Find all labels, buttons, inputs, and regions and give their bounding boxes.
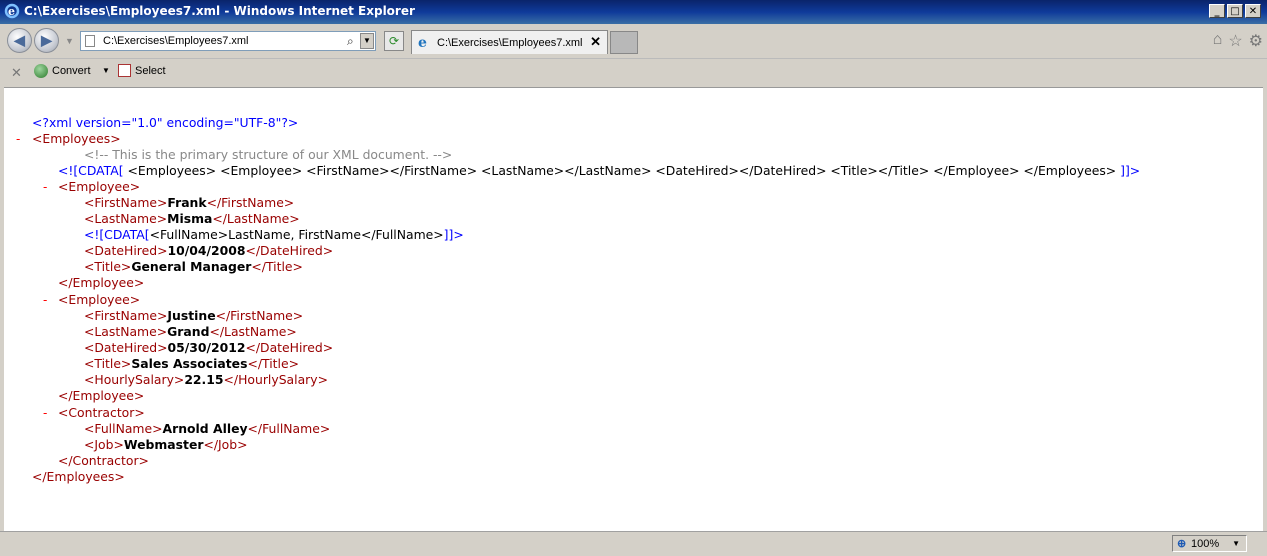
xml-document-view: <?xml version="1.0" encoding="UTF-8"?> -…: [4, 87, 1263, 532]
convert-dropdown-icon[interactable]: ▼: [102, 66, 110, 75]
zoom-control[interactable]: ⊕ 100% ▼: [1172, 535, 1247, 552]
zoom-dropdown-icon[interactable]: ▼: [1232, 539, 1240, 548]
svg-text:e: e: [8, 5, 15, 18]
contractor-open-tag: <Contractor>: [58, 405, 145, 420]
favorites-icon[interactable]: ☆: [1228, 31, 1242, 51]
page-icon: [85, 35, 95, 47]
window-title-bar: e C:\Exercises\Employees7.xml - Windows …: [0, 0, 1267, 24]
collapse-employee-toggle[interactable]: -: [43, 179, 47, 195]
new-tab-button[interactable]: [610, 31, 638, 54]
lastname-element: <LastName>Grand</LastName>: [84, 324, 297, 339]
tab-employees7[interactable]: e C:\Exercises\Employees7.xml ✕: [411, 30, 608, 54]
title-element: <Title>General Manager</Title>: [84, 259, 303, 274]
select-button[interactable]: Select: [135, 65, 166, 77]
maximize-button[interactable]: □: [1227, 4, 1243, 18]
search-icon[interactable]: ⌕: [347, 34, 354, 49]
minimize-button[interactable]: _: [1209, 4, 1225, 18]
address-bar[interactable]: C:\Exercises\Employees7.xml ⌕ ▼: [80, 31, 376, 51]
stop-icon[interactable]: ✕: [11, 65, 22, 81]
employee-close-tag: </Employee>: [58, 388, 145, 403]
employee-close-tag: </Employee>: [58, 275, 145, 290]
recent-pages-dropdown[interactable]: ▼: [65, 36, 74, 46]
address-url[interactable]: C:\Exercises\Employees7.xml: [103, 35, 249, 47]
datehired-element: <DateHired>10/04/2008</DateHired>: [84, 243, 334, 258]
ie-tab-icon: e: [418, 35, 427, 51]
collapse-employees-toggle[interactable]: -: [16, 131, 20, 147]
tools-gear-icon[interactable]: ⚙: [1249, 31, 1263, 51]
tab-label: C:\Exercises\Employees7.xml: [437, 37, 583, 49]
cdata-fullname: <![CDATA[<FullName>LastName, FirstName</…: [84, 227, 464, 242]
ie-logo-icon: e: [4, 3, 20, 19]
forward-button[interactable]: ▶: [34, 28, 59, 53]
command-bar: ✕ Convert ▼ Select: [0, 58, 1267, 87]
convert-icon[interactable]: [34, 64, 48, 78]
hourlysalary-element: <HourlySalary>22.15</HourlySalary>: [84, 372, 328, 387]
window-title: C:\Exercises\Employees7.xml - Windows In…: [24, 4, 415, 18]
employee-open-tag: <Employee>: [58, 292, 141, 307]
fullname-element: <FullName>Arnold Alley</FullName>: [84, 421, 331, 436]
contractor-close-tag: </Contractor>: [58, 453, 149, 468]
datehired-element: <DateHired>05/30/2012</DateHired>: [84, 340, 334, 355]
lastname-element: <LastName>Misma</LastName>: [84, 211, 300, 226]
select-icon[interactable]: [118, 64, 131, 77]
navigation-bar: ◀ ▶ ▼ C:\Exercises\Employees7.xml ⌕ ▼ ⟳ …: [0, 24, 1267, 58]
zoom-icon: ⊕: [1177, 538, 1187, 550]
job-element: <Job>Webmaster</Job>: [84, 437, 248, 452]
address-dropdown-button[interactable]: ▼: [360, 33, 374, 49]
collapse-employee-toggle[interactable]: -: [43, 292, 47, 308]
close-button[interactable]: ✕: [1245, 4, 1261, 18]
firstname-element: <FirstName>Frank</FirstName>: [84, 195, 295, 210]
collapse-contractor-toggle[interactable]: -: [43, 405, 47, 421]
cdata-section: <![CDATA[ <Employees> <Employee> <FirstN…: [58, 163, 1141, 178]
xml-declaration: <?xml version="1.0" encoding="UTF-8"?>: [32, 115, 299, 130]
employees-open-tag: <Employees>: [32, 131, 121, 146]
employees-close-tag: </Employees>: [32, 469, 125, 484]
home-icon[interactable]: ⌂: [1213, 31, 1223, 51]
zoom-level: 100%: [1191, 538, 1220, 550]
refresh-button[interactable]: ⟳: [384, 31, 404, 51]
convert-button[interactable]: Convert: [52, 65, 91, 77]
firstname-element: <FirstName>Justine</FirstName>: [84, 308, 304, 323]
tab-close-button[interactable]: ✕: [590, 34, 601, 50]
employee-open-tag: <Employee>: [58, 179, 141, 194]
back-button[interactable]: ◀: [7, 28, 32, 53]
xml-comment: <!-- This is the primary structure of ou…: [84, 147, 453, 162]
status-bar: ⊕ 100% ▼: [0, 531, 1267, 556]
title-element: <Title>Sales Associates</Title>: [84, 356, 299, 371]
